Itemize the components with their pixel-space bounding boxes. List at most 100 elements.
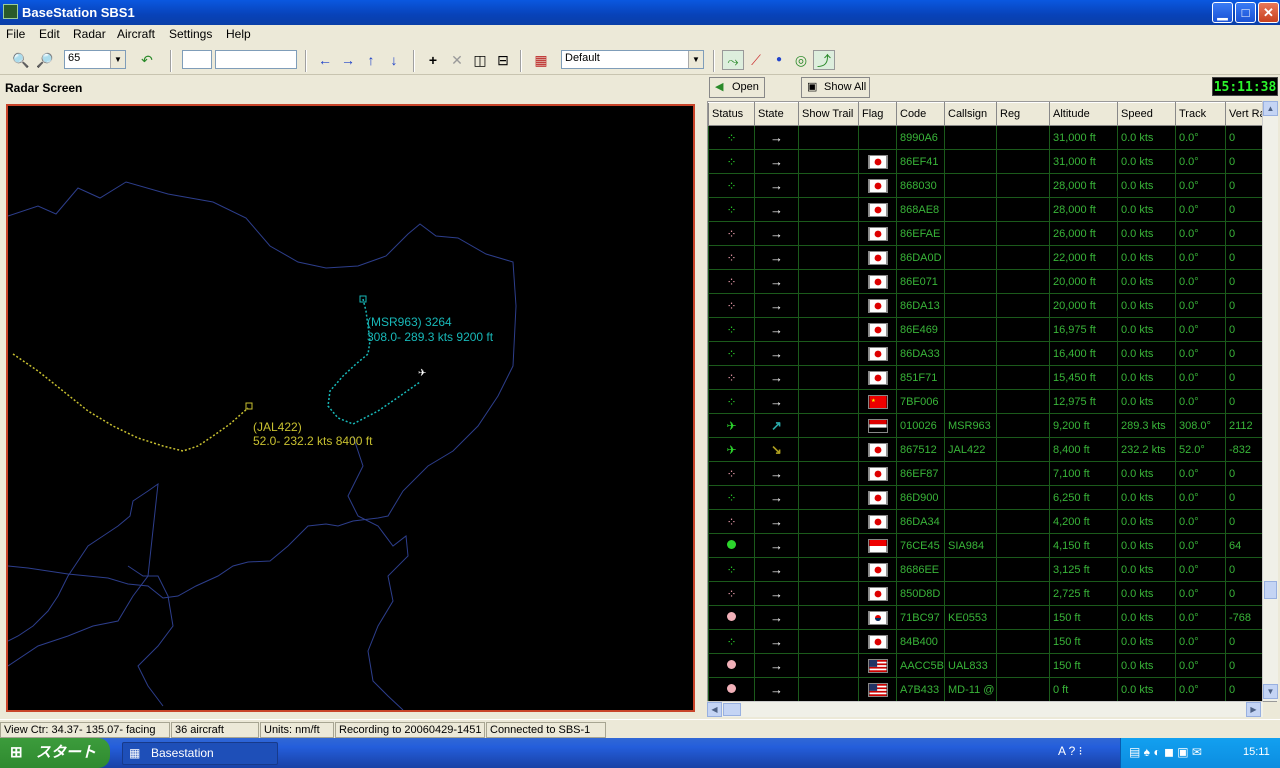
show-trail-cell[interactable] <box>798 125 859 150</box>
table-row[interactable]: ✈ ↘ 867512 JAL422 8,400 ft 232.2 kts 52.0° -832 <box>708 437 1276 462</box>
title-bar[interactable]: BaseStation SBS1 ▁ □ ✕ <box>0 0 1280 25</box>
pan-up-icon[interactable]: ↑ <box>360 50 382 70</box>
rings-icon[interactable]: ◎ <box>790 50 812 70</box>
radar-screen[interactable]: (MSR963) 3264 308.0- 289.3 kts 9200 ft ✈… <box>6 104 695 712</box>
menu-help[interactable]: Help <box>226 27 251 41</box>
maximize-button[interactable]: □ <box>1235 2 1256 23</box>
column-header[interactable]: Speed <box>1117 102 1176 126</box>
show-trail-cell[interactable] <box>798 605 859 630</box>
column-header[interactable]: State <box>754 102 799 126</box>
table-row[interactable]: ⁘ → 84B400 150 ft 0.0 kts 0.0° 0 <box>708 629 1276 654</box>
zoom-out-icon[interactable]: 🔎 <box>34 50 56 70</box>
location-field[interactable] <box>215 50 297 69</box>
horizontal-scrollbar[interactable]: ◀ ▶ <box>707 701 1263 717</box>
table-row[interactable]: ⁘ → 86D900 6,250 ft 0.0 kts 0.0° 0 <box>708 485 1276 510</box>
show-trail-cell[interactable] <box>798 293 859 318</box>
center-icon[interactable]: ● <box>768 50 790 70</box>
show-trail-cell[interactable] <box>798 317 859 342</box>
column-header[interactable]: Altitude <box>1049 102 1118 126</box>
hscroll-thumb[interactable] <box>723 703 741 716</box>
start-button[interactable]: ⊞ スタート <box>0 738 110 768</box>
table-row[interactable]: → A7B433 MD-11 @0 ft 0.0 kts 0.0° 0 <box>708 677 1276 701</box>
undo-icon[interactable]: ↶ <box>136 50 158 70</box>
menu-edit[interactable]: Edit <box>39 27 60 41</box>
taskbar-item-basestation[interactable]: ▦ Basestation <box>122 742 278 765</box>
table-row[interactable]: ⁘ → 868030 28,000 ft 0.0 kts 0.0° 0 <box>708 173 1276 198</box>
column-header[interactable]: Code <box>896 102 945 126</box>
column-header[interactable]: Flag <box>858 102 897 126</box>
table-row[interactable]: ⁘ → 86EF87 7,100 ft 0.0 kts 0.0° 0 <box>708 461 1276 486</box>
scroll-down-icon[interactable]: ▼ <box>1263 684 1278 699</box>
labels-icon[interactable]: ⤴ <box>813 50 835 70</box>
show-trail-cell[interactable] <box>798 485 859 510</box>
rows-icon[interactable]: ⊟ <box>492 50 514 70</box>
add-icon[interactable]: + <box>422 50 444 70</box>
scroll-up-icon[interactable]: ▲ <box>1263 101 1278 116</box>
tray-icons[interactable]: ▤ ♠ ◐ ◼ ▣ ✉ <box>1129 745 1202 759</box>
table-row[interactable]: ⁘ → 86DA33 16,400 ft 0.0 kts 0.0° 0 <box>708 341 1276 366</box>
map-layers-icon[interactable]: ▦ <box>530 50 552 70</box>
table-row[interactable]: ⁘ → 86EF41 31,000 ft 0.0 kts 0.0° 0 <box>708 149 1276 174</box>
table-row[interactable]: ⁘ → 86DA34 4,200 ft 0.0 kts 0.0° 0 <box>708 509 1276 534</box>
table-row[interactable]: ⁘ → 86E469 16,975 ft 0.0 kts 0.0° 0 <box>708 317 1276 342</box>
show-trail-cell[interactable] <box>798 269 859 294</box>
column-header[interactable]: Callsign <box>944 102 997 126</box>
columns-icon[interactable]: ◫ <box>469 50 491 70</box>
column-header[interactable]: Show Trail <box>798 102 859 126</box>
table-row[interactable]: ⁘ → 850D8D 2,725 ft 0.0 kts 0.0° 0 <box>708 581 1276 606</box>
table-row[interactable]: ⁘ → 851F71 15,450 ft 0.0 kts 0.0° 0 <box>708 365 1276 390</box>
trail-icon[interactable]: ⤳ <box>722 50 744 70</box>
table-row[interactable]: → AACC5B UAL833 150 ft 0.0 kts 0.0° 0 <box>708 653 1276 678</box>
pan-left-icon[interactable]: ← <box>314 50 336 70</box>
show-trail-cell[interactable] <box>798 461 859 486</box>
zoom-select[interactable]: 65 ▼ <box>64 50 126 69</box>
column-header[interactable]: Reg <box>996 102 1050 126</box>
table-row[interactable]: ⁘ → 8686EE 3,125 ft 0.0 kts 0.0° 0 <box>708 557 1276 582</box>
close-button[interactable]: ✕ <box>1258 2 1279 23</box>
show-trail-cell[interactable] <box>798 341 859 366</box>
chevron-down-icon[interactable]: ▼ <box>688 51 703 68</box>
table-row[interactable]: ⁘ → 86E071 20,000 ft 0.0 kts 0.0° 0 <box>708 269 1276 294</box>
show-trail-cell[interactable] <box>798 557 859 582</box>
table-row[interactable]: ⁘ → 8990A6 31,000 ft 0.0 kts 0.0° 0 <box>708 125 1276 150</box>
search-field[interactable] <box>182 50 212 69</box>
column-header[interactable]: Track <box>1175 102 1226 126</box>
show-all-button[interactable]: ▣ Show All <box>801 77 870 98</box>
show-trail-cell[interactable] <box>798 365 859 390</box>
minimize-button[interactable]: ▁ <box>1212 2 1233 23</box>
scroll-thumb[interactable] <box>1264 581 1277 599</box>
show-trail-cell[interactable] <box>798 533 859 558</box>
show-trail-cell[interactable] <box>798 173 859 198</box>
ime-icons[interactable]: A ? ⁝ <box>1058 744 1083 758</box>
scroll-left-icon[interactable]: ◀ <box>707 702 722 717</box>
show-trail-cell[interactable] <box>798 149 859 174</box>
open-button[interactable]: ◀ Open <box>709 77 765 98</box>
show-trail-cell[interactable] <box>798 221 859 246</box>
menu-radar[interactable]: Radar <box>73 27 106 41</box>
table-row[interactable]: ✈ ↗ 010026 MSR963 9,200 ft 289.3 kts 308.0° 211… <box>708 413 1276 438</box>
show-trail-cell[interactable] <box>798 653 859 678</box>
show-trail-cell[interactable] <box>798 413 859 438</box>
scroll-right-icon[interactable]: ▶ <box>1246 702 1261 717</box>
menu-file[interactable]: File <box>6 27 25 41</box>
column-header[interactable]: Status <box>708 102 755 126</box>
show-trail-cell[interactable] <box>798 197 859 222</box>
show-trail-cell[interactable] <box>798 245 859 270</box>
menu-aircraft[interactable]: Aircraft <box>117 27 155 41</box>
show-trail-cell[interactable] <box>798 437 859 462</box>
chevron-down-icon[interactable]: ▼ <box>110 51 125 68</box>
show-trail-cell[interactable] <box>798 629 859 654</box>
table-row[interactable]: → 71BC97 KE0553 150 ft 0.0 kts 0.0° -768 <box>708 605 1276 630</box>
show-trail-cell[interactable] <box>798 509 859 534</box>
table-row[interactable]: ⁘ → ★ 7BF006 12,975 ft 0.0 kts 0.0° 0 <box>708 389 1276 414</box>
show-trail-cell[interactable] <box>798 581 859 606</box>
pan-right-icon[interactable]: → <box>337 50 359 70</box>
table-row[interactable]: ⁘ → 868AE8 28,000 ft 0.0 kts 0.0° 0 <box>708 197 1276 222</box>
show-trail-cell[interactable] <box>798 677 859 701</box>
table-row[interactable]: ⁘ → 86DA0D 22,000 ft 0.0 kts 0.0° 0 <box>708 245 1276 270</box>
menu-settings[interactable]: Settings <box>169 27 212 41</box>
pan-down-icon[interactable]: ↓ <box>383 50 405 70</box>
table-row[interactable]: ⁘ → 86DA13 20,000 ft 0.0 kts 0.0° 0 <box>708 293 1276 318</box>
vertical-scrollbar[interactable]: ▲ ▼ <box>1262 101 1278 701</box>
profile-select[interactable]: Default ▼ <box>561 50 704 69</box>
